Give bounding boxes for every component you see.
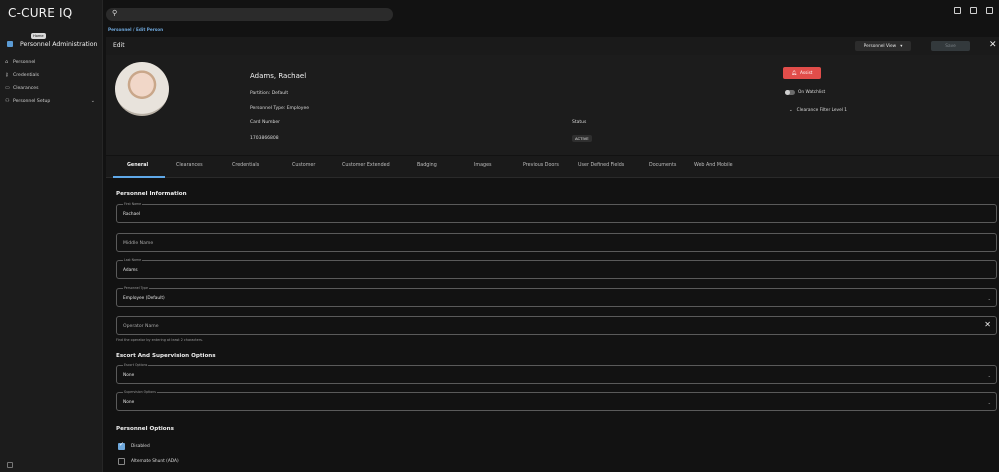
clearance-filter[interactable]: ⌄ Clearance Filter Level 1 <box>789 108 847 113</box>
sidebar: C-CURE IQ Home Personnel Administration … <box>0 0 103 472</box>
section-title-personnel-info: Personnel Information <box>116 191 187 197</box>
last-name-field[interactable]: Last Name Adams <box>116 258 997 279</box>
tab-bar: General Clearances Credentials Customer … <box>106 156 999 178</box>
tab-credentials[interactable]: Credentials <box>232 163 259 168</box>
sidebar-item-label: Personnel Setup <box>13 98 51 104</box>
first-name-field[interactable]: First Name Rachael <box>116 202 997 223</box>
tab-general[interactable]: General <box>127 163 148 168</box>
tab-badging[interactable]: Badging <box>417 163 437 168</box>
sidebar-item-label: Personnel <box>13 59 36 65</box>
field-value: None <box>123 400 135 405</box>
sidebar-section-personnel-admin[interactable]: Personnel Administration <box>4 39 99 49</box>
checkbox-label: Alternate Shunt (ADA) <box>131 459 179 464</box>
checkbox-unchecked-icon[interactable] <box>118 458 125 465</box>
partition-text: Partition: Default <box>250 91 289 96</box>
section-title-personnel-options: Personnel Options <box>116 426 174 432</box>
sidebar-item-label: Clearances <box>13 85 39 91</box>
escort-options-select[interactable]: Escort Options None ⌄ <box>116 363 997 384</box>
search-icon: ⚲ <box>112 9 118 17</box>
field-placeholder: Operator Name <box>123 324 159 329</box>
clearance-filter-label: Clearance Filter Level 1 <box>796 108 848 113</box>
operator-hint: Find the operator by entering at least 2… <box>116 338 204 342</box>
bell-icon: 🔔︎ <box>791 70 797 76</box>
field-value: Employee (Default) <box>123 296 165 301</box>
tab-images[interactable]: Images <box>474 163 492 168</box>
operator-name-field[interactable]: Operator Name ✕ <box>116 316 997 335</box>
save-button[interactable]: Save <box>931 41 970 51</box>
status-badge: ACTIVE <box>572 135 592 142</box>
disabled-checkbox[interactable]: Disabled <box>118 441 150 450</box>
key-icon: ⚷ <box>5 72 9 78</box>
field-value: Rachael <box>123 212 141 217</box>
avatar <box>115 62 169 116</box>
home-icon: ⌂ <box>5 59 9 65</box>
top-icons <box>954 7 993 14</box>
toggle-switch[interactable] <box>785 90 795 95</box>
field-label: Last Name <box>123 258 143 262</box>
chevron-down-icon: ⌄ <box>987 373 991 378</box>
card-number: 1703866808 <box>250 136 279 141</box>
sidebar-item-personnel[interactable]: ⌂ Personnel <box>5 58 99 66</box>
field-label: First Name <box>123 202 143 206</box>
watchlist-toggle[interactable]: On Watchlist <box>785 90 825 95</box>
field-label: Escort Options <box>123 363 149 367</box>
tab-customer[interactable]: Customer <box>292 163 315 168</box>
general-form: Personnel Information First Name Rachael… <box>106 178 999 472</box>
badge-icon: ▭ <box>5 85 10 91</box>
clear-icon[interactable]: ✕ <box>984 320 991 329</box>
section-title-escort: Escort And Supervision Options <box>116 353 216 359</box>
personnel-view-dropdown[interactable]: Personnel View ▾ <box>855 41 911 51</box>
middle-name-field[interactable]: Middle Name <box>116 233 997 252</box>
field-value: Adams <box>123 268 138 273</box>
users-icon: ⚇ <box>5 98 10 104</box>
breadcrumb[interactable]: Personnel / Edit Person <box>108 27 163 32</box>
field-value: None <box>123 373 135 378</box>
page-title: Edit <box>113 42 125 49</box>
profile-panel: Adams, Rachael Partition: Default Person… <box>106 55 999 155</box>
search-input[interactable]: ⚲ <box>106 8 393 21</box>
tab-user-defined-fields[interactable]: User Defined Fields <box>578 163 624 168</box>
brand-logo: C-CURE IQ <box>8 6 73 20</box>
supervision-options-select[interactable]: Supervision Options None ⌄ <box>116 390 997 411</box>
checkbox-label: Disabled <box>131 444 150 449</box>
sidebar-item-personnel-setup[interactable]: ⚇ Personnel Setup ⌄ <box>5 97 99 105</box>
tab-customer-extended[interactable]: Customer Extended <box>342 163 390 168</box>
document-icon[interactable] <box>970 7 977 14</box>
person-name: Adams, Rachael <box>250 72 307 80</box>
field-placeholder: Middle Name <box>123 241 154 246</box>
caret-down-icon: ▾ <box>900 43 903 49</box>
status-label: Status <box>572 120 587 125</box>
personnel-type-select[interactable]: Personnel Type Employee (Default) ⌄ <box>116 286 997 307</box>
watchlist-label: On Watchlist <box>798 90 826 95</box>
personnel-type-text: Personnel Type: Employee <box>250 106 309 111</box>
tab-documents[interactable]: Documents <box>649 163 676 168</box>
sidebar-item-credentials[interactable]: ⚷ Credentials <box>5 71 99 79</box>
alternate-shunt-checkbox[interactable]: Alternate Shunt (ADA) <box>118 458 179 465</box>
close-icon[interactable]: ✕ <box>989 40 997 50</box>
top-bar: ⚲ <box>103 0 999 25</box>
card-number-label: Card Number <box>250 120 281 125</box>
id-card-icon <box>7 41 13 47</box>
assist-button[interactable]: 🔔︎ Assist <box>783 67 821 79</box>
collapse-sidebar-icon[interactable] <box>7 462 13 468</box>
chevron-down-icon: ⌄ <box>987 400 991 405</box>
field-label: Personnel Type <box>123 286 149 290</box>
field-label: Supervision Options <box>123 390 157 394</box>
chevron-down-icon: ⌄ <box>90 98 95 104</box>
tab-previous-doors[interactable]: Previous Doors <box>523 163 559 168</box>
view-label: Personnel View <box>863 43 897 49</box>
user-icon[interactable] <box>986 7 993 14</box>
edit-header: Edit Personnel View ▾ Save ✕ <box>106 37 999 55</box>
tab-clearances[interactable]: Clearances <box>176 163 203 168</box>
fullscreen-icon[interactable] <box>954 7 961 14</box>
assist-label: Assist <box>799 70 813 76</box>
sidebar-section-label: Personnel Administration <box>20 40 98 48</box>
sidebar-item-label: Credentials <box>13 72 40 78</box>
tab-web-and-mobile[interactable]: Web And Mobile <box>694 163 733 168</box>
chevron-down-icon: ⌄ <box>789 108 793 113</box>
checkbox-checked-icon[interactable] <box>118 441 125 450</box>
app-root: C-CURE IQ Home Personnel Administration … <box>0 0 999 472</box>
chevron-down-icon: ⌄ <box>987 296 991 301</box>
sidebar-item-clearances[interactable]: ▭ Clearances <box>5 84 99 92</box>
